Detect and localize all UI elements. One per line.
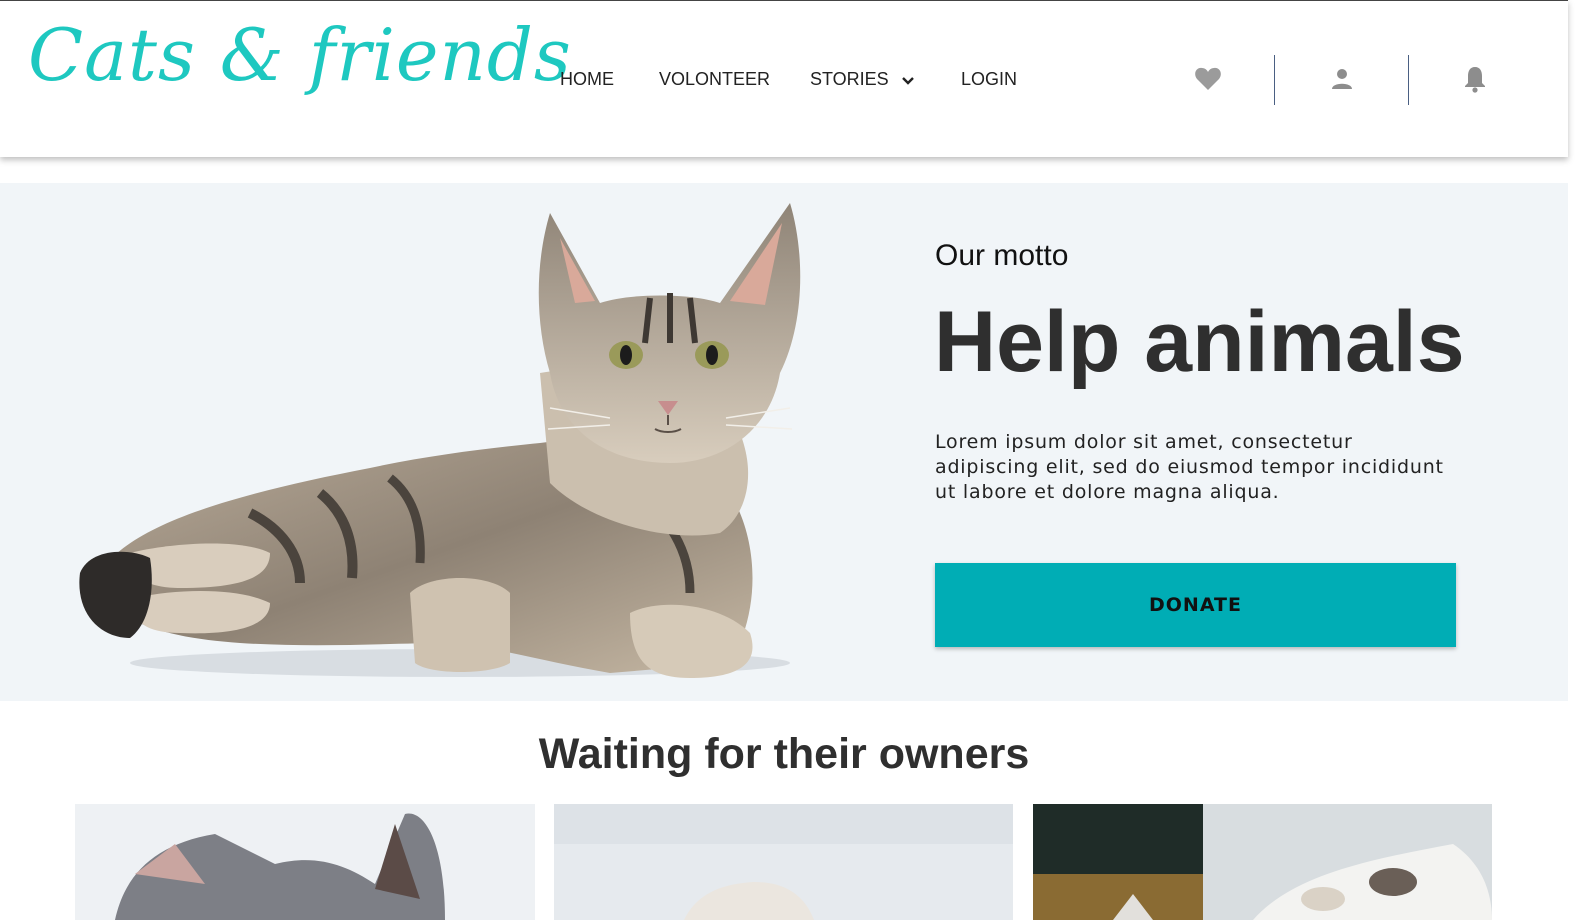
hero-description: Lorem ipsum dolor sit amet, consectetur …	[935, 431, 1444, 503]
donate-button[interactable]: DONATE	[935, 563, 1456, 647]
nav-stories[interactable]: STORIES	[810, 67, 915, 92]
nav-volunteer[interactable]: VOLONTEER	[659, 67, 770, 91]
pet-card[interactable]	[1033, 804, 1492, 920]
pet-card[interactable]	[554, 804, 1013, 920]
pet-card[interactable]	[75, 804, 535, 920]
nav-login[interactable]: LOGIN	[961, 67, 1017, 91]
kitten-photo	[75, 804, 535, 920]
bell-icon[interactable]	[1459, 63, 1491, 95]
kitten-photo	[554, 804, 1013, 920]
brand-logo[interactable]: Cats & friends	[28, 19, 572, 91]
site-header: Cats & friends HOME VOLONTEER STORIES LO…	[0, 0, 1568, 157]
header-divider	[1274, 55, 1275, 105]
hero-headline: Help animals	[934, 294, 1465, 390]
nav-stories-label: STORIES	[810, 69, 889, 89]
hero-section: Our motto Help animals Lorem ipsum dolor…	[0, 183, 1568, 701]
header-divider	[1408, 55, 1409, 105]
user-icon[interactable]	[1326, 63, 1358, 95]
heart-icon[interactable]	[1192, 63, 1224, 95]
chevron-down-icon	[901, 68, 915, 92]
nav-home[interactable]: HOME	[560, 67, 614, 91]
kitten-photo	[1033, 804, 1492, 920]
section-title: Waiting for their owners	[538, 730, 1030, 778]
motto-label: Our motto	[935, 239, 1069, 272]
hero-cat-image	[70, 193, 810, 693]
